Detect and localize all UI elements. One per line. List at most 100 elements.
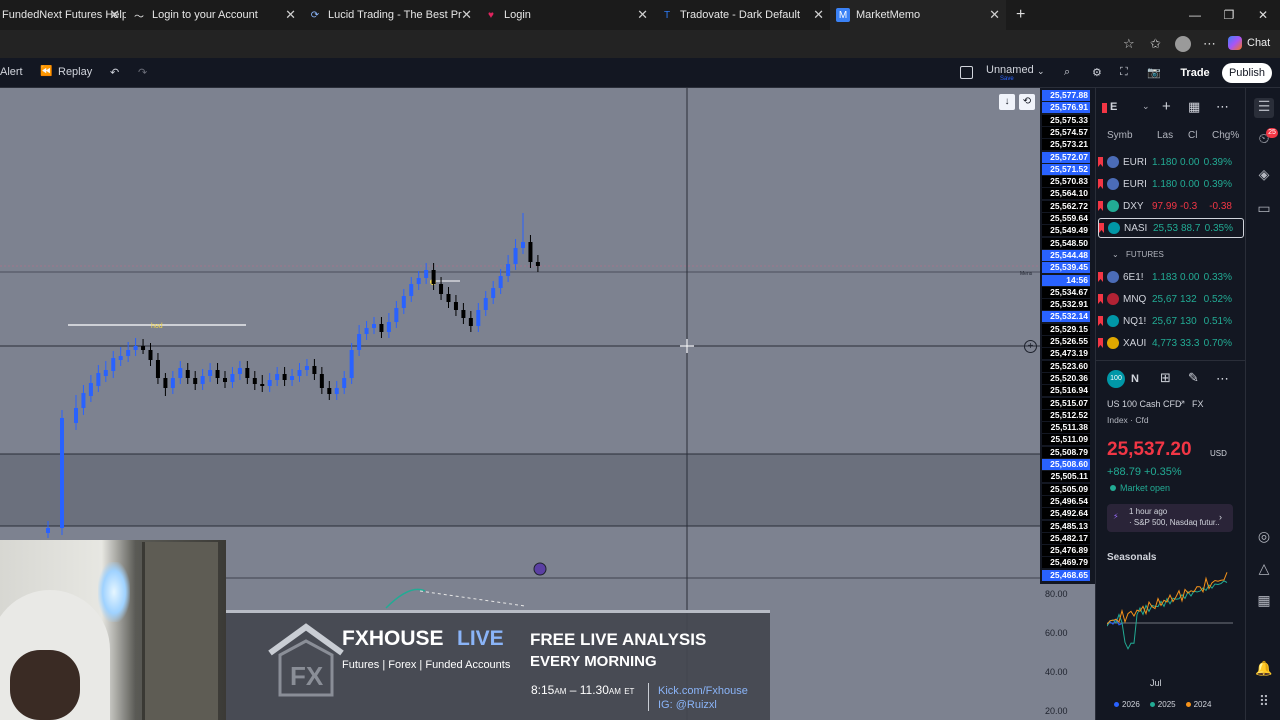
- camera-icon[interactable]: 📷: [1147, 66, 1161, 79]
- candle-body: [297, 370, 302, 376]
- alert-button[interactable]: Alert: [0, 66, 23, 78]
- triangle-alert-icon[interactable]: △: [1254, 560, 1274, 580]
- banner-headline-2: EVERY MORNING: [530, 653, 657, 670]
- candle-body: [364, 328, 369, 334]
- add-level-icon[interactable]: +: [1024, 340, 1037, 353]
- watchlist-row[interactable]: XAUI 4,773 33.3 0.70%: [1098, 333, 1244, 353]
- more-options-icon[interactable]: ⋯: [1216, 371, 1229, 387]
- fullscreen-icon[interactable]: ⛶: [1120, 66, 1128, 79]
- watchlist-title[interactable]: E: [1110, 101, 1117, 113]
- browser-tab[interactable]: M MarketMemo ✕: [830, 0, 1006, 30]
- minimize-icon[interactable]: —: [1178, 0, 1212, 30]
- section-chevron-icon[interactable]: ⌄: [1112, 250, 1119, 259]
- close-icon[interactable]: ✕: [989, 8, 1000, 22]
- chevron-down-icon[interactable]: ⌄: [1142, 101, 1150, 112]
- external-link-icon[interactable]: ↗: [1178, 398, 1186, 409]
- candle-body: [312, 366, 317, 374]
- news-bolt-icon: ⚡: [1113, 512, 1119, 521]
- scroll-down-icon[interactable]: ↓: [999, 94, 1015, 110]
- candle-body: [290, 376, 295, 380]
- apps-grid-icon[interactable]: ⠿: [1254, 693, 1274, 713]
- banner-link[interactable]: Kick.com/Fxhouse: [658, 685, 748, 697]
- price-axis-label: 25,570.83: [1042, 176, 1090, 188]
- add-symbol-icon[interactable]: +: [1162, 98, 1171, 115]
- close-icon[interactable]: ✕: [637, 8, 648, 22]
- flag-icon: [1098, 294, 1103, 304]
- column-header[interactable]: Symb: [1107, 130, 1133, 141]
- watchlist-row[interactable]: 6E1! 1.183 0.00 0.33%: [1098, 267, 1244, 287]
- close-icon[interactable]: ✕: [813, 8, 824, 22]
- settings-gear-icon[interactable]: ⚙: [1092, 66, 1102, 79]
- news-card[interactable]: ⚡ 1 hour ago · S&P 500, Nasdaq futur... …: [1107, 504, 1233, 532]
- symbol-short-name[interactable]: N: [1131, 373, 1139, 385]
- price-axis-label: 25,574.57: [1042, 126, 1090, 138]
- watchlist-icon[interactable]: ☰: [1254, 98, 1274, 118]
- browser-tab[interactable]: ⟳ Lucid Trading - The Best Prop Firm ✕: [302, 0, 478, 30]
- browser-tab[interactable]: 〜 Login to your Account ✕: [126, 0, 302, 30]
- replay-button[interactable]: Replay: [58, 66, 92, 78]
- candle-body: [386, 322, 391, 332]
- target-icon[interactable]: ◎: [1254, 528, 1274, 548]
- layout-grid-icon[interactable]: ▦: [1188, 99, 1200, 115]
- edit-icon[interactable]: ✎: [1188, 370, 1199, 386]
- close-window-icon[interactable]: ✕: [1246, 0, 1280, 30]
- column-header[interactable]: Las: [1157, 130, 1173, 141]
- reset-view-icon[interactable]: ⟲: [1019, 94, 1035, 110]
- watchlist-row[interactable]: NQ1! 25,67 130 0.51%: [1098, 311, 1244, 331]
- bookmark-star-icon[interactable]: ☆: [1123, 36, 1135, 52]
- watchlist-row[interactable]: DXY 97.99 -0.3 -0.38: [1098, 196, 1244, 216]
- event-marker-icon[interactable]: [533, 562, 547, 576]
- browser-tab[interactable]: FundedNext Futures Help ✕: [0, 0, 126, 30]
- timezone: ET: [624, 687, 635, 696]
- column-header[interactable]: Cl: [1188, 130, 1197, 141]
- bell-icon[interactable]: 🔔: [1254, 660, 1274, 680]
- watchlist-row[interactable]: MNQ 25,67 132 0.52%: [1098, 289, 1244, 309]
- maximize-icon[interactable]: ❐: [1212, 0, 1246, 30]
- browser-tab[interactable]: T Tradovate - Dark Default ✕: [654, 0, 830, 30]
- trade-button[interactable]: Trade: [1176, 63, 1214, 83]
- close-icon[interactable]: ✕: [109, 8, 120, 22]
- oscillator-tick-label: 20.00: [1045, 706, 1068, 716]
- calendar-icon[interactable]: ▦: [1254, 592, 1274, 612]
- price-axis-label: 25,496.54: [1042, 495, 1090, 507]
- replay-icon[interactable]: ⏪: [40, 66, 52, 77]
- layout-name[interactable]: Unnamed: [986, 64, 1034, 76]
- layers-icon[interactable]: ◈: [1254, 166, 1274, 186]
- chat-button[interactable]: Chat: [1228, 36, 1270, 50]
- favorites-icon[interactable]: ✩: [1150, 36, 1161, 52]
- candle-body: [528, 242, 533, 262]
- seasonals-line: [1107, 580, 1228, 650]
- column-header[interactable]: Chg%: [1212, 130, 1239, 141]
- more-options-icon[interactable]: ⋯: [1216, 99, 1229, 115]
- watchlist-row[interactable]: EURI 1.180 0.00 0.39%: [1098, 152, 1244, 172]
- more-menu-icon[interactable]: ⋯: [1203, 36, 1216, 52]
- chevron-down-icon[interactable]: ⌄: [1037, 66, 1045, 77]
- time-separator: –: [569, 683, 577, 697]
- quick-search-icon[interactable]: ⌕: [1064, 66, 1070, 79]
- seasonals-chart[interactable]: [1107, 568, 1233, 673]
- redo-icon[interactable]: ↷: [138, 66, 147, 79]
- flag-icon: [1098, 338, 1103, 348]
- watchlist-row[interactable]: EURI 1.180 0.00 0.39%: [1098, 174, 1244, 194]
- close-icon[interactable]: ✕: [461, 8, 472, 22]
- instrument-name: US 100 Cash CFD: [1107, 399, 1182, 409]
- chat-bubble-icon[interactable]: ▭: [1254, 200, 1274, 220]
- level-line-label: Mens: [1020, 271, 1033, 277]
- seasonals-title[interactable]: Seasonals: [1107, 552, 1156, 563]
- browser-tab[interactable]: ♥ Login ✕: [478, 0, 654, 30]
- price-axis-label: 25,529.15: [1042, 323, 1090, 335]
- close-icon[interactable]: ✕: [285, 8, 296, 22]
- candle-body: [141, 346, 146, 350]
- layout-grid-icon[interactable]: ⊞: [1160, 370, 1171, 386]
- new-tab-icon[interactable]: +: [1016, 6, 1025, 24]
- layout-checkbox-icon[interactable]: [960, 66, 973, 79]
- profile-avatar-icon[interactable]: [1175, 36, 1191, 52]
- price-axis[interactable]: 25,577.88 25,576.91 25,575.33 25,574.57 25,5…: [1040, 88, 1095, 584]
- last-price: 97.99: [1152, 200, 1178, 212]
- flag-icon: [1098, 272, 1103, 282]
- undo-icon[interactable]: ↶: [110, 66, 119, 79]
- notification-count-badge: 25: [1266, 128, 1278, 138]
- futures-section-label[interactable]: FUTURES: [1126, 250, 1164, 259]
- publish-button[interactable]: Publish: [1222, 63, 1272, 83]
- watchlist-row[interactable]: NASI 25,53 88.7 0.35%: [1098, 218, 1244, 238]
